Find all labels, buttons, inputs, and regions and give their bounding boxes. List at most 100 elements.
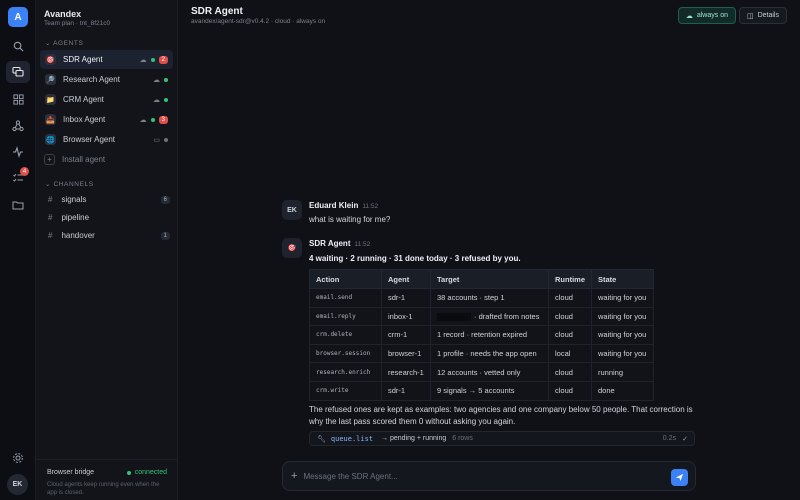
runtime-cell: cloud: [548, 380, 592, 401]
chat-main: SDR Agent avandex/agent-sdr@v0.4.2 · clo…: [178, 0, 800, 500]
details-button[interactable]: ◫ Details: [738, 7, 787, 24]
plus-icon: +: [44, 154, 55, 165]
status-dot: [164, 137, 168, 142]
action-cell: browser.session: [309, 343, 382, 364]
agent-label: CRM Agent: [63, 95, 104, 104]
sidebar-item-channel-pipeline[interactable]: # pipeline: [48, 210, 170, 225]
table-row[interactable]: email.send sdr-1 38 accounts · step 1 cl…: [309, 288, 654, 308]
message-time: 11:52: [362, 203, 379, 210]
agent-label: Browser Agent: [63, 135, 116, 144]
sidebar-item-research-agent[interactable]: 🔎 Research Agent ☁: [40, 70, 173, 89]
channel-label: signals: [61, 195, 87, 204]
table-row[interactable]: research.enrich research-1 12 accounts ·…: [309, 362, 654, 382]
message-author: Eduard Klein 11:52: [309, 201, 378, 210]
hash-icon: #: [48, 231, 53, 240]
action-cell: email.reply: [309, 306, 382, 327]
grid-icon[interactable]: [6, 88, 30, 110]
column-header: Agent: [381, 269, 431, 289]
table-row[interactable]: browser.session browser-1 1 profile · ne…: [309, 343, 654, 364]
action-cell: email.send: [309, 288, 382, 308]
state-cell: waiting for you: [591, 343, 654, 364]
action-cell: research.enrich: [309, 362, 382, 382]
tool-duration: 0.2s: [662, 435, 676, 442]
cloud-icon: ☁: [153, 96, 160, 104]
table-header-row: Action Agent Target Runtime State: [309, 269, 654, 289]
runtime-cell: cloud: [548, 362, 592, 382]
network-icon[interactable]: [6, 115, 30, 137]
inbox-icon: 📥: [45, 114, 56, 125]
details-label: Details: [757, 12, 779, 19]
folder-icon: 📁: [45, 94, 56, 105]
avatar: EK: [282, 200, 302, 220]
message-text: what is waiting for me?: [309, 215, 391, 224]
tool-name: queue.list: [330, 434, 374, 443]
workspace-logo[interactable]: A: [8, 7, 28, 27]
action-cell: crm.delete: [309, 325, 382, 345]
queue-table: Action Agent Target Runtime State email.…: [309, 269, 654, 401]
folder-icon[interactable]: [6, 194, 30, 216]
column-header: Runtime: [548, 269, 592, 289]
always-on-button[interactable]: ☁ always on: [677, 7, 736, 24]
search-icon: 🔎: [45, 74, 56, 85]
attach-plus-icon[interactable]: +: [291, 470, 297, 482]
icon-rail: A 4 EK: [0, 0, 36, 500]
bridge-description: Cloud agents keep running even when the …: [47, 482, 160, 496]
monitor-icon: ▭: [153, 136, 160, 144]
agent-count-badge: 3: [158, 115, 168, 124]
status-dot: [150, 57, 155, 62]
sidebar-item-browser-agent[interactable]: 🌐 Browser Agent ▭: [40, 130, 173, 149]
cloud-icon: ☁: [685, 12, 693, 20]
table-row[interactable]: email.reply inbox-1 · drafted from notes…: [309, 306, 654, 327]
status-dot: [164, 97, 168, 102]
target-cell: 9 signals → 5 accounts: [430, 380, 549, 401]
agent-cell: browser-1: [381, 343, 431, 364]
activity-icon[interactable]: [6, 141, 30, 163]
sidebar-item-channel-handover[interactable]: # handover 1: [48, 228, 170, 243]
runtime-cell: cloud: [548, 325, 592, 345]
agents-section-header[interactable]: ⌄ AGENTS: [45, 39, 83, 47]
search-icon[interactable]: [6, 35, 30, 57]
agent-cell: research-1: [381, 362, 431, 382]
install-agent-button[interactable]: + Install agent: [44, 154, 105, 165]
message-author: SDR Agent 11:52: [309, 239, 370, 248]
agent-subtitle: avandex/agent-sdr@v0.4.2 · cloud · alway…: [191, 18, 326, 25]
state-cell: waiting for you: [591, 288, 654, 308]
sidebar-item-inbox-agent[interactable]: 📥 Inbox Agent ☁ 3: [40, 110, 173, 129]
status-dot: [164, 77, 168, 82]
hash-icon: #: [48, 213, 53, 222]
chat-icon[interactable]: [6, 61, 30, 83]
status-dot: [150, 117, 155, 122]
agents-header-label: AGENTS: [53, 40, 84, 47]
channels-section-header[interactable]: ⌄ CHANNELS: [45, 180, 94, 188]
workspace-name[interactable]: Avandex: [44, 9, 81, 19]
sidebar: Avandex Team plan · tnt_8f21c0 ⌄ AGENTS …: [36, 0, 178, 500]
author-name: SDR Agent: [309, 239, 351, 248]
state-cell: waiting for you: [591, 306, 654, 327]
bridge-status: connected: [126, 469, 167, 476]
table-row[interactable]: crm.delete crm-1 1 record · retention ex…: [309, 325, 654, 345]
send-button[interactable]: [671, 469, 688, 486]
target-cell: 12 accounts · vetted only: [430, 362, 549, 382]
sidebar-item-crm-agent[interactable]: 📁 CRM Agent ☁: [40, 90, 173, 109]
agent-cell: sdr-1: [381, 288, 431, 308]
approvals-badge: 4: [20, 167, 29, 176]
state-cell: waiting for you: [591, 325, 654, 345]
message-input[interactable]: [303, 471, 664, 481]
browser-bridge-panel[interactable]: Browser bridge connected Cloud agents ke…: [36, 459, 178, 500]
sidebar-item-channel-signals[interactable]: # signals 6: [48, 192, 170, 207]
tool-call-row[interactable]: 🔧︎ queue.list → pending + running 6 rows…: [309, 431, 695, 446]
message-composer: +: [282, 461, 696, 491]
sidebar-item-sdr-agent[interactable]: 🎯 SDR Agent ☁ 2: [40, 50, 173, 69]
approvals-icon[interactable]: 4: [6, 167, 30, 189]
status-dot: [126, 470, 131, 475]
tool-result: → pending + running: [381, 435, 447, 442]
globe-icon: 🌐: [45, 134, 56, 145]
table-row[interactable]: crm.write sdr-1 9 signals → 5 accounts c…: [309, 380, 654, 401]
agent-label: SDR Agent: [63, 55, 103, 64]
settings-icon[interactable]: [6, 447, 30, 469]
user-avatar[interactable]: EK: [7, 474, 28, 495]
target-cell: 1 record · retention expired: [430, 325, 549, 345]
install-agent-label: Install agent: [62, 155, 106, 164]
agent-cell: inbox-1: [381, 306, 431, 327]
panel-icon: ◫: [746, 12, 754, 20]
